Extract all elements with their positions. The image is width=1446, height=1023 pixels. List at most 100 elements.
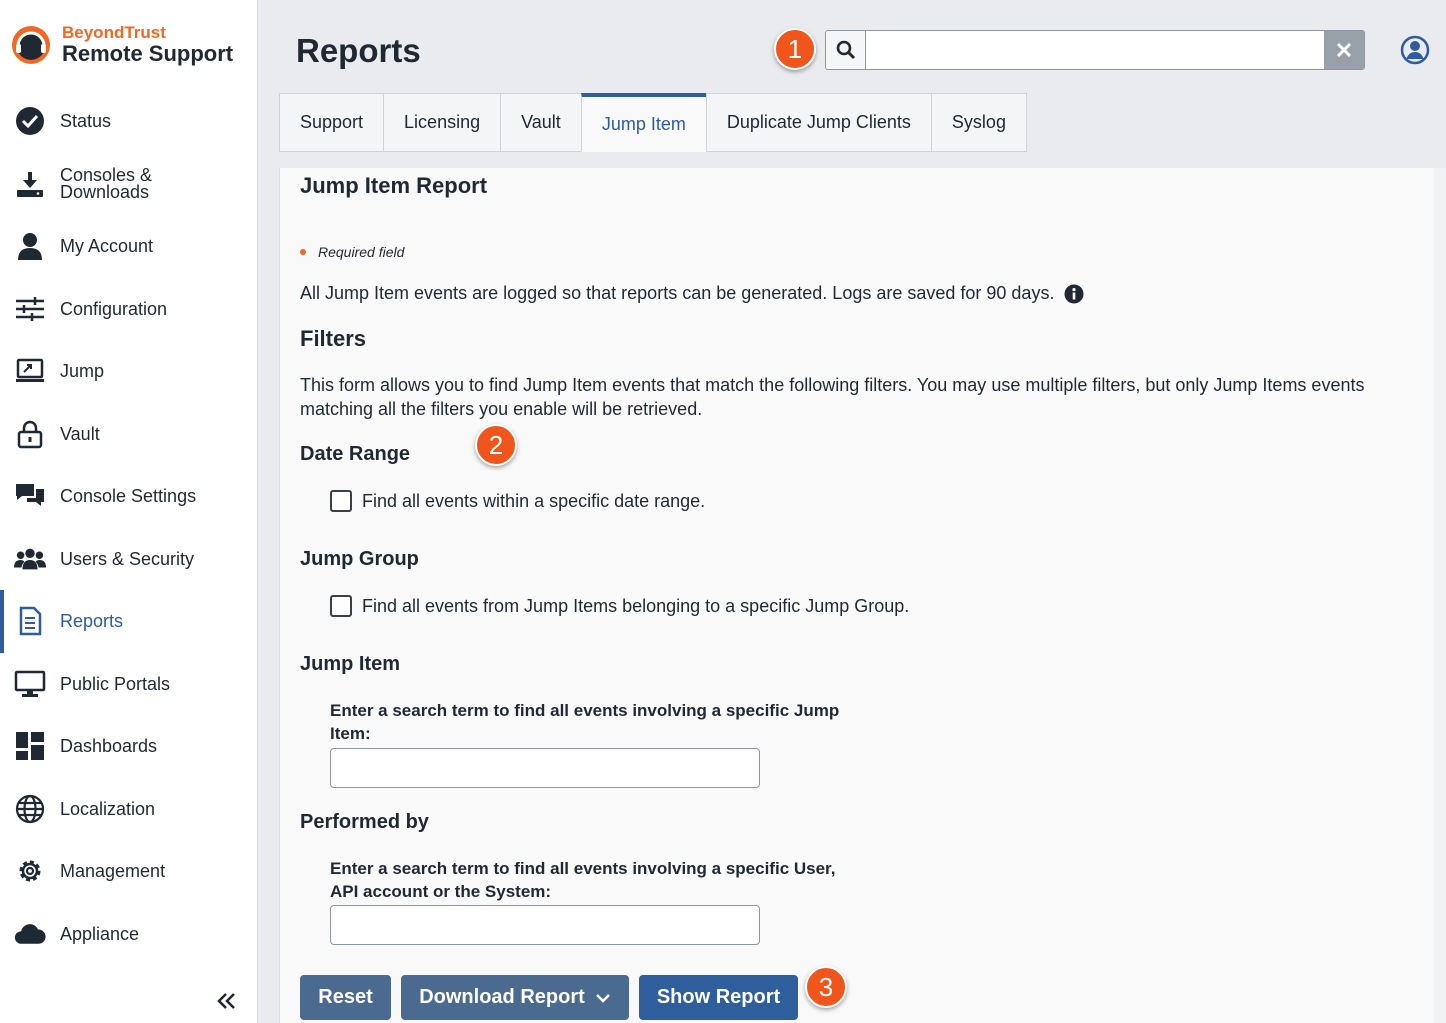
callout-badge-1: 1 <box>774 28 816 70</box>
lock-icon <box>14 418 46 450</box>
user-profile-icon[interactable] <box>1400 35 1430 65</box>
sidebar-item-public-portals[interactable]: Public Portals <box>0 653 257 716</box>
search-bar <box>825 30 1365 70</box>
sidebar-item-label: Jump <box>60 361 105 382</box>
tab-jump-item[interactable]: Jump Item <box>580 93 706 152</box>
sidebar-item-configuration[interactable]: Configuration <box>0 278 257 341</box>
sidebar-item-consoles-downloads[interactable]: Consoles & Downloads <box>0 153 257 216</box>
report-title: Jump Item Report <box>300 173 488 198</box>
sidebar-item-label: Console Settings <box>60 486 197 507</box>
required-field-label: Required field <box>318 244 405 260</box>
report-tabs: Support Licensing Vault Jump Item Duplic… <box>279 93 1027 152</box>
sidebar-item-users-security[interactable]: Users & Security <box>0 528 257 591</box>
beyondtrust-logo-icon <box>12 26 50 64</box>
brand-company: BeyondTrust <box>62 23 166 42</box>
sidebar-item-management[interactable]: Management <box>0 840 257 903</box>
sidebar-item-label: My Account <box>60 236 154 257</box>
required-field-note: Required field <box>300 244 404 260</box>
jump-group-option: Find all events from Jump Items belongin… <box>330 595 909 617</box>
sidebar-item-label: Appliance <box>60 923 140 944</box>
tab-licensing[interactable]: Licensing <box>383 93 501 152</box>
performed-by-field-label: Enter a search term to find all events i… <box>330 859 836 901</box>
search-icon <box>836 40 855 60</box>
sidebar-item-console-settings[interactable]: Console Settings <box>0 465 257 528</box>
check-circle-icon <box>14 105 46 137</box>
sidebar-item-label: Localization <box>60 798 156 819</box>
jump-item-heading: Jump Item <box>300 653 401 675</box>
sidebar-nav: Status Consoles & Downloads My Account C… <box>0 90 257 965</box>
sidebar-item-label: Configuration <box>60 298 168 319</box>
callout-badge-3: 3 <box>805 966 847 1008</box>
clear-search-button[interactable] <box>1324 31 1364 69</box>
sidebar-item-label: Status <box>60 111 112 132</box>
dashboard-icon <box>14 730 46 762</box>
date-range-checkbox-label[interactable]: Find all events within a specific date r… <box>362 491 705 512</box>
download-icon <box>14 168 46 200</box>
users-icon <box>14 543 46 575</box>
reset-button-label: Reset <box>318 986 373 1008</box>
sidebar-item-label: Consoles & Downloads <box>60 164 153 202</box>
sidebar-item-label: Dashboards <box>60 736 158 757</box>
filters-heading: Filters <box>300 326 367 351</box>
filters-description: This form allows you to find Jump Item e… <box>300 375 1365 419</box>
sidebar-item-label: Reports <box>60 611 124 632</box>
monitor-icon <box>14 668 46 700</box>
search-input[interactable] <box>866 31 1324 69</box>
jump-item-field-label: Enter a search term to find all events i… <box>330 701 840 743</box>
collapse-sidebar-button[interactable] <box>214 988 240 1014</box>
chevron-down-icon <box>595 993 610 1003</box>
jump-item-search-input[interactable] <box>330 748 760 788</box>
sidebar-item-label: Public Portals <box>60 673 171 694</box>
performed-by-search-input[interactable] <box>330 905 760 945</box>
sidebar-item-label: Vault <box>60 423 100 444</box>
show-report-button[interactable]: Show Report <box>639 975 798 1020</box>
brand[interactable]: BeyondTrust Remote Support <box>10 22 233 68</box>
sidebar-item-vault[interactable]: Vault <box>0 403 257 466</box>
jump-group-checkbox-label[interactable]: Find all events from Jump Items belongin… <box>362 596 909 617</box>
sidebar-item-jump[interactable]: Jump <box>0 340 257 403</box>
sidebar-item-reports[interactable]: Reports <box>0 590 257 653</box>
jump-group-checkbox[interactable] <box>330 595 352 617</box>
show-report-label: Show Report <box>656 986 781 1008</box>
tab-syslog[interactable]: Syslog <box>930 93 1027 152</box>
report-icon <box>14 605 46 637</box>
tab-duplicate-jump-clients[interactable]: Duplicate Jump Clients <box>705 93 931 152</box>
date-range-heading: Date Range <box>300 443 411 465</box>
close-icon <box>1336 42 1352 58</box>
sidebar-item-my-account[interactable]: My Account <box>0 215 257 278</box>
gear-icon <box>14 855 46 887</box>
reset-button[interactable]: Reset <box>300 975 391 1020</box>
sidebar-item-label: Management <box>60 861 166 882</box>
intro-text: All Jump Item events are logged so that … <box>300 283 1084 304</box>
sidebar-item-status[interactable]: Status <box>0 90 257 153</box>
globe-icon <box>14 793 46 825</box>
date-range-checkbox[interactable] <box>330 490 352 512</box>
jump-group-heading: Jump Group <box>300 548 419 570</box>
intro-label: All Jump Item events are logged so that … <box>300 283 1055 303</box>
brand-product: Remote Support <box>62 41 234 66</box>
sidebar-item-label: Users & Security <box>60 548 195 569</box>
callout-badge-2: 2 <box>475 424 517 466</box>
chat-bubbles-icon <box>14 480 46 512</box>
sliders-icon <box>14 293 46 325</box>
page-title: Reports <box>296 32 421 69</box>
sidebar: BeyondTrust Remote Support Status Consol… <box>0 0 258 1023</box>
download-report-button[interactable]: Download Report <box>401 975 629 1020</box>
required-dot-icon <box>300 249 306 255</box>
sidebar-item-localization[interactable]: Localization <box>0 778 257 841</box>
double-chevron-left-icon <box>217 993 235 1009</box>
date-range-option: Find all events within a specific date r… <box>330 490 705 512</box>
cloud-icon <box>14 918 46 950</box>
jump-icon <box>14 355 46 387</box>
download-report-label: Download Report <box>419 986 585 1008</box>
performed-by-heading: Performed by <box>300 811 429 833</box>
tab-support[interactable]: Support <box>279 93 384 152</box>
sidebar-item-appliance[interactable]: Appliance <box>0 903 257 966</box>
report-panel: Jump Item Report Required field All Jump… <box>279 168 1434 1023</box>
sidebar-item-dashboards[interactable]: Dashboards <box>0 715 257 778</box>
search-button[interactable] <box>826 31 866 69</box>
tab-vault[interactable]: Vault <box>500 93 581 152</box>
info-icon[interactable] <box>1064 284 1084 304</box>
user-icon <box>14 230 46 262</box>
content-scrollbar[interactable] <box>1434 168 1446 1023</box>
